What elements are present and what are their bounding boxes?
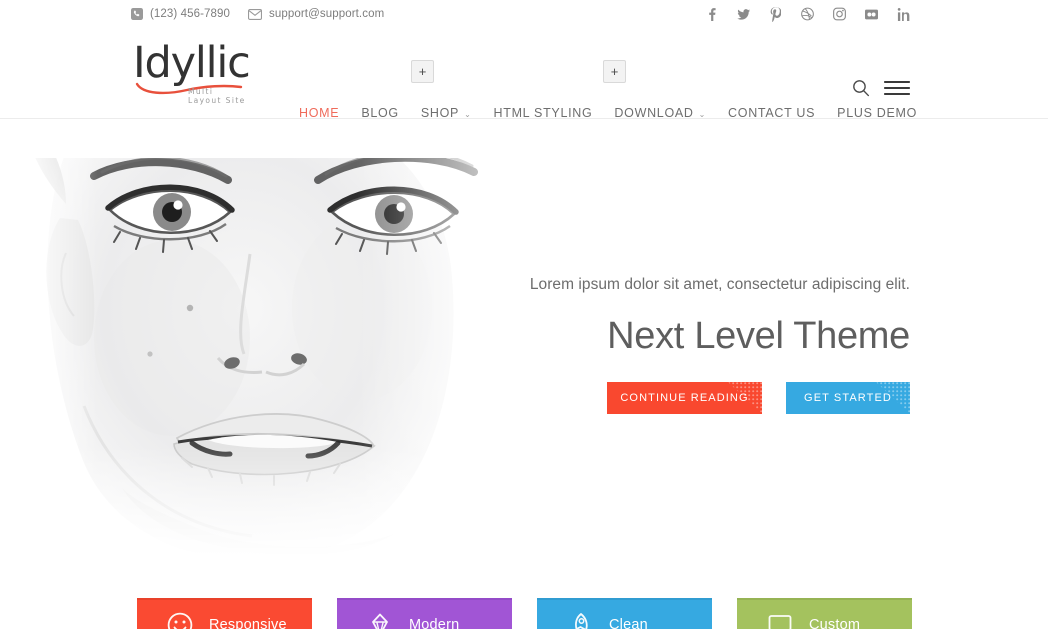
linkedin-icon[interactable] [897,7,910,21]
nav-label: HTML STYLING [493,106,593,120]
button-label: GET STARTED [804,392,892,404]
continue-reading-button[interactable]: CONTINUE READING [607,382,762,414]
page-root: (123) 456-7890 support@support.com Idyll… [0,0,1048,629]
nav-label: DOWNLOAD [614,106,694,120]
envelope-icon [248,8,263,20]
nav-label: PLUS DEMO [837,106,918,120]
nav-item-plus-demo[interactable]: PLUS DEMO [826,106,928,120]
feature-box-modern[interactable]: Modern [337,598,512,629]
plus-icon: + [610,64,619,79]
top-bar: (123) 456-7890 support@support.com [0,0,1048,28]
hero-copy: Lorem ipsum dolor sit amet, consectetur … [470,275,910,414]
email-contact[interactable]: support@support.com [248,8,384,20]
nav-label: BLOG [361,106,399,120]
nav-label: SHOP [420,106,460,120]
dribbble-icon[interactable] [801,7,814,21]
nav-item-home[interactable]: HOME [288,106,350,120]
nav-label: CONTACT US [728,106,816,120]
feature-top-accent [337,598,512,600]
twitter-icon[interactable] [737,8,750,21]
search-icon[interactable] [852,79,870,97]
feature-top-accent [537,598,712,600]
top-bar-contact-group: (123) 456-7890 support@support.com [131,0,384,28]
nav-item-shop[interactable]: SHOP ⌄ [410,106,483,120]
feature-title: Custom [809,617,861,629]
feature-box-clean[interactable]: Clean [537,598,712,629]
plus-icon: + [418,64,427,79]
get-started-button[interactable]: GET STARTED [786,382,910,414]
feature-box-responsive[interactable]: Responsive [137,598,312,629]
monitor-icon [767,612,793,629]
smile-circle-icon [167,612,193,629]
chevron-down-icon: ⌄ [464,109,472,119]
social-links [705,0,910,28]
feature-box-custom[interactable]: Custom [737,598,912,629]
feature-title: Responsive [209,617,287,629]
menu-hamburger-icon[interactable] [884,79,910,97]
phone-number: (123) 456-7890 [150,8,231,20]
feature-title: Modern [409,617,460,629]
rocket-icon [567,612,593,629]
email-address: support@support.com [269,8,385,20]
main-navigation: HOME BLOG SHOP ⌄ HTML STYLING DOWNLOAD ⌄… [288,106,928,120]
header-tools [852,79,910,97]
feature-top-accent [137,598,312,600]
add-widget-button-2[interactable]: + [603,60,626,83]
nav-item-download[interactable]: DOWNLOAD ⌄ [603,106,717,120]
hero-subtitle: Lorem ipsum dolor sit amet, consectetur … [529,276,910,293]
logo-wordmark: Idyllic [133,38,251,88]
feature-title: Clean [609,617,648,629]
phone-icon [131,8,143,20]
feature-top-accent [737,598,912,600]
chevron-down-icon: ⌄ [698,109,707,119]
flickr-icon[interactable] [865,8,878,21]
nav-item-blog[interactable]: BLOG [350,106,410,120]
diamond-icon [367,612,393,629]
instagram-icon[interactable] [833,7,846,21]
logo-tagline: Multi Layout Site [188,87,246,105]
site-logo[interactable]: Idyllic Multi Layout Site [133,38,251,106]
facebook-icon[interactable] [705,8,718,21]
nav-item-html-styling[interactable]: HTML STYLING [483,106,604,120]
button-label: CONTINUE READING [620,392,749,404]
phone-contact[interactable]: (123) 456-7890 [131,8,230,20]
hero-cta-group: CONTINUE READING GET STARTED [470,382,910,414]
hero-section: Lorem ipsum dolor sit amet, consectetur … [0,120,1048,570]
nav-label: HOME [299,106,340,120]
add-widget-button-1[interactable]: + [411,60,434,83]
site-header: Idyllic Multi Layout Site + + HOME BLOG … [0,28,1048,120]
hero-title: Next Level Theme [607,315,910,357]
feature-boxes: Responsive Modern Clean Custom [0,598,1048,629]
pinterest-icon[interactable] [769,6,782,22]
nav-item-contact-us[interactable]: CONTACT US [717,106,826,120]
